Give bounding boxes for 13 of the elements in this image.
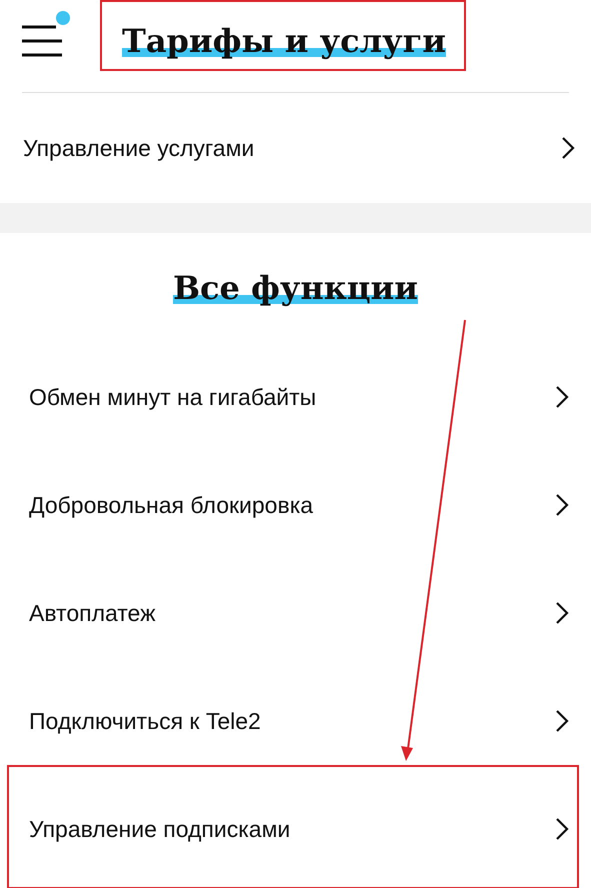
menu-row[interactable]: Управление подписками <box>22 812 569 846</box>
chevron-right-icon <box>555 817 569 841</box>
chevron-right-icon <box>555 493 569 517</box>
chevron-right-icon <box>555 601 569 625</box>
menu-row[interactable]: Добровольная блокировка <box>22 488 569 522</box>
menu-row[interactable]: Подключиться к Tele2 <box>22 704 569 738</box>
chevron-right-icon <box>555 385 569 409</box>
menu-row[interactable]: Управление услугами <box>16 130 575 166</box>
menu-row[interactable]: Обмен минут на гигабайты <box>22 380 569 414</box>
chevron-right-icon <box>555 709 569 733</box>
chevron-right-icon <box>561 136 575 160</box>
menu-icon[interactable] <box>22 23 64 59</box>
menu-row[interactable]: Автоплатеж <box>22 596 569 630</box>
